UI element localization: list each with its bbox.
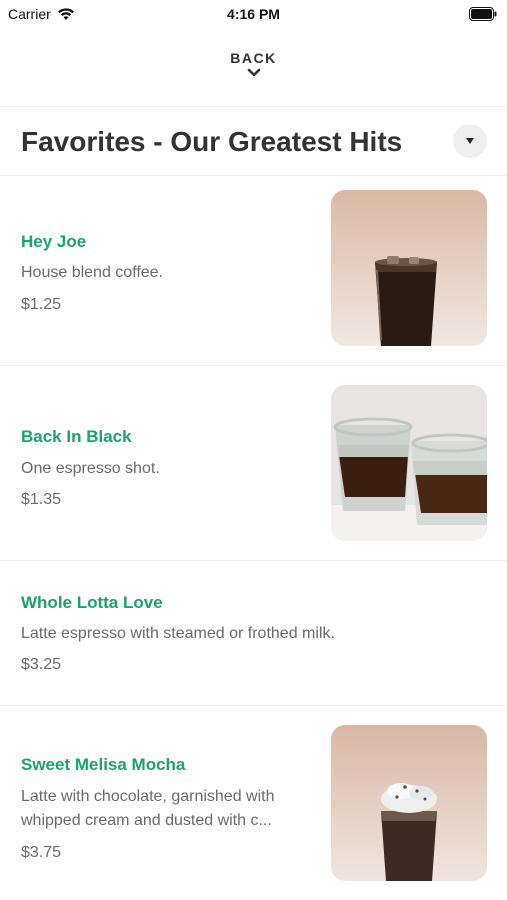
caret-down-icon [466, 138, 474, 144]
item-name: Sweet Melisa Mocha [21, 755, 186, 774]
chevron-down-icon [247, 68, 260, 77]
clock: 4:16 PM [227, 6, 280, 22]
item-description: Latte espresso with steamed or frothed m… [21, 625, 335, 642]
category-dropdown-button[interactable] [453, 124, 487, 158]
mocha-image [331, 725, 487, 881]
back-button[interactable]: BACK [0, 50, 507, 94]
item-description: One espresso shot. [21, 460, 160, 477]
menu-item[interactable]: Sweet Melisa Mocha Latte with chocolate,… [0, 706, 507, 900]
status-bar: Carrier 4:16 PM [0, 0, 507, 30]
item-price: $3.25 [21, 656, 62, 673]
menu-item[interactable]: Back In Black One espresso shot. $1.35 [0, 366, 507, 560]
item-price: $1.25 [21, 296, 62, 313]
back-label: BACK [230, 50, 277, 66]
item-description-line: whipped cream and dusted with c... [21, 812, 272, 829]
menu-item[interactable]: Whole Lotta Love Latte espresso with ste… [0, 561, 507, 705]
item-price: $1.35 [21, 491, 62, 508]
item-name: Whole Lotta Love [21, 593, 163, 612]
menu-item[interactable]: Hey Joe House blend coffee. $1.25 [0, 176, 507, 365]
iced-coffee-image [331, 190, 487, 346]
item-description: Latte with chocolate, garnished with whi… [21, 785, 274, 833]
item-description-line: Latte with chocolate, garnished with [21, 788, 275, 805]
battery-icon [469, 7, 497, 21]
espresso-shots-image [331, 385, 487, 541]
item-price: $3.75 [21, 844, 62, 861]
item-description: House blend coffee. [21, 264, 164, 281]
divider [0, 106, 507, 107]
page-title: Favorites - Our Greatest Hits [21, 126, 403, 157]
item-name: Back In Black [21, 427, 132, 446]
item-name: Hey Joe [21, 232, 87, 251]
